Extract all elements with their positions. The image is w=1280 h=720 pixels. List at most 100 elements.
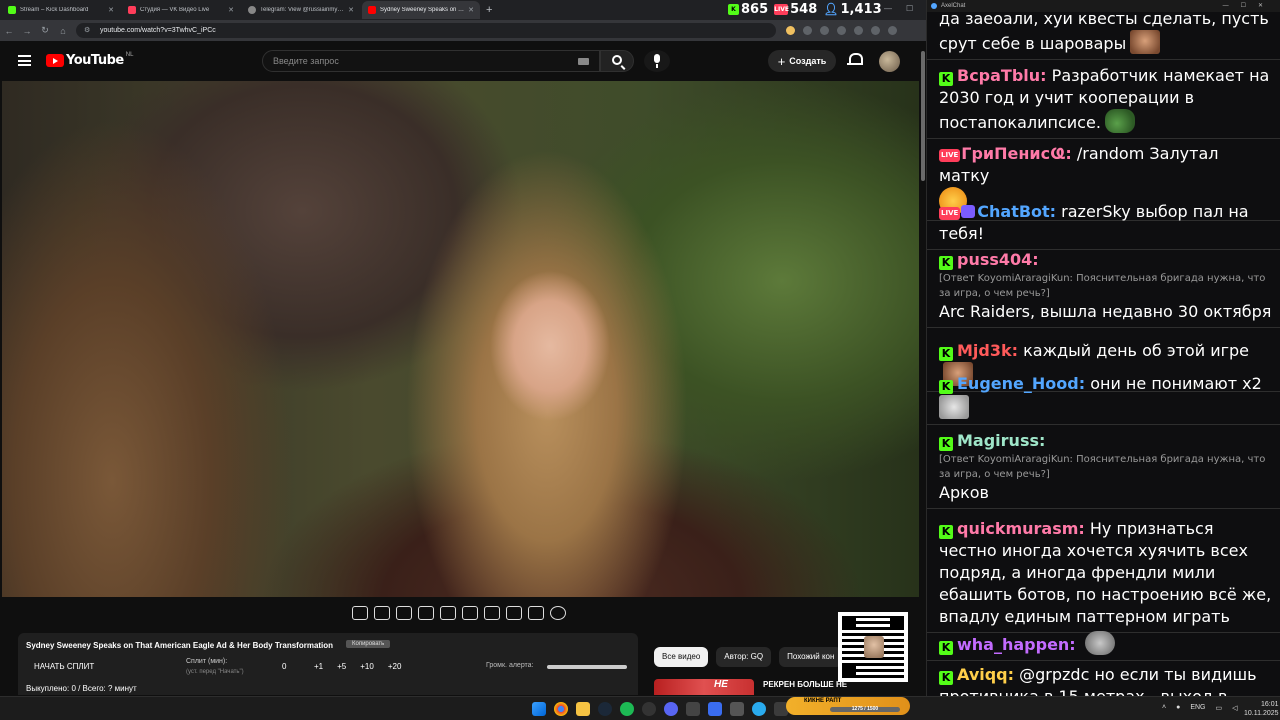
reload-icon[interactable]: ↻ bbox=[36, 25, 54, 36]
home-icon[interactable]: ⌂ bbox=[54, 26, 72, 36]
add-20-button[interactable]: +20 bbox=[388, 662, 402, 671]
crop-icon[interactable] bbox=[440, 606, 456, 620]
recommended-title[interactable]: РЕКРЕН БОЛЬШЕ НЕ bbox=[763, 680, 847, 689]
message-username[interactable]: Aviqq: bbox=[957, 665, 1014, 684]
chat-message: KAviqq: @grpzdc но если ты видишь против… bbox=[927, 660, 1280, 696]
settings-gear-icon[interactable] bbox=[550, 606, 566, 620]
page-scrollbar[interactable] bbox=[919, 41, 926, 696]
video-title: Sydney Sweeney Speaks on That American E… bbox=[26, 641, 334, 650]
keyboard-icon[interactable] bbox=[578, 58, 589, 65]
microphone-icon[interactable]: ● bbox=[1176, 704, 1180, 712]
tab-title: Студия — VK Видео Live bbox=[140, 7, 210, 13]
kick-badge-icon: K bbox=[939, 525, 953, 539]
message-username[interactable]: puss404: bbox=[957, 250, 1039, 269]
search-button[interactable] bbox=[600, 50, 634, 72]
extension-icon[interactable] bbox=[820, 26, 829, 35]
system-clock[interactable]: 16:01 10.11.2025 bbox=[1244, 700, 1279, 718]
voice-search-icon[interactable] bbox=[644, 50, 670, 72]
extension-icon[interactable] bbox=[837, 26, 846, 35]
extension-icon[interactable] bbox=[803, 26, 812, 35]
vk-live-badge-icon: LIVE bbox=[939, 207, 961, 220]
add-10-button[interactable]: +10 bbox=[360, 662, 374, 671]
network-icon[interactable]: ▭ bbox=[1216, 704, 1223, 712]
app-icon[interactable] bbox=[686, 702, 700, 716]
start-split-button[interactable]: НАЧАТЬ СПЛИТ bbox=[34, 662, 94, 671]
reply-quote: [Ответ KoyomiAraragiKun: Пояснительная б… bbox=[939, 454, 1266, 480]
screenshot-icon[interactable] bbox=[528, 606, 544, 620]
app-icon[interactable] bbox=[642, 702, 656, 716]
search-input[interactable]: Введите запрос bbox=[262, 50, 600, 72]
recommended-thumbnail[interactable]: НЕ bbox=[654, 679, 754, 695]
rat-emote-icon bbox=[1084, 631, 1115, 655]
forward-icon[interactable]: → bbox=[18, 26, 36, 36]
alert-volume-slider[interactable] bbox=[547, 665, 627, 669]
message-username[interactable]: ГриПенисҨ: bbox=[961, 144, 1071, 163]
close-tab-icon[interactable]: ✕ bbox=[108, 6, 114, 14]
notifications-bell-icon[interactable] bbox=[847, 53, 863, 66]
loop-icon[interactable] bbox=[352, 606, 368, 620]
chip-all-videos[interactable]: Все видео bbox=[654, 647, 709, 667]
tab-kick-dashboard[interactable]: Stream – Kick Dashboard ✕ bbox=[2, 1, 120, 19]
back-icon[interactable]: ← bbox=[0, 26, 18, 36]
new-tab-icon[interactable]: + bbox=[486, 4, 492, 16]
tab-youtube-video[interactable]: Sydney Sweeney Speaks on Tha ✕ bbox=[362, 1, 480, 19]
extension-icon[interactable] bbox=[786, 26, 795, 35]
message-username[interactable]: quickmurasm: bbox=[957, 519, 1085, 538]
message-text: да заеоали, хуи квесты сделать, пусть ср… bbox=[939, 9, 1269, 53]
account-avatar[interactable] bbox=[879, 51, 900, 72]
split-hint: (уст. перед "Начать") bbox=[186, 669, 244, 675]
app-icon[interactable] bbox=[730, 702, 744, 716]
kick-goal-widget: КИКНЕ РАПТ 1275 / 1500 bbox=[786, 697, 910, 715]
language-indicator[interactable]: ENG bbox=[1190, 704, 1205, 712]
create-button[interactable]: + Создать bbox=[768, 50, 836, 72]
message-username[interactable]: BcpaTblu: bbox=[957, 66, 1047, 85]
steam-icon[interactable] bbox=[598, 702, 612, 716]
chip-author-gq[interactable]: Автор: GQ bbox=[716, 647, 772, 667]
windows-start-icon[interactable] bbox=[532, 702, 546, 716]
download-icon[interactable] bbox=[854, 26, 863, 35]
chat-message: Kquickmurasm: Ну признаться честно иногд… bbox=[927, 514, 1280, 633]
message-username[interactable]: Mjd3k: bbox=[957, 341, 1018, 360]
message-username[interactable]: Magiruss: bbox=[957, 431, 1045, 450]
copy-title-button[interactable]: Копировать bbox=[346, 640, 391, 648]
scrollbar-thumb[interactable] bbox=[921, 51, 925, 181]
volume-icon[interactable]: ◁ bbox=[1232, 704, 1237, 712]
qr-pattern bbox=[842, 616, 904, 678]
message-username[interactable]: wha_happen: bbox=[957, 635, 1076, 654]
discord-icon[interactable] bbox=[664, 702, 678, 716]
close-tab-icon[interactable]: ✕ bbox=[468, 6, 474, 14]
maximize-icon[interactable]: ☐ bbox=[906, 4, 913, 13]
chevron-up-icon[interactable]: ˄ bbox=[1162, 704, 1166, 712]
add-1-button[interactable]: +1 bbox=[314, 662, 323, 671]
hamburger-menu-icon[interactable] bbox=[18, 55, 31, 66]
chrome-icon[interactable] bbox=[554, 702, 568, 716]
close-tab-icon[interactable]: ✕ bbox=[228, 6, 234, 14]
close-tab-icon[interactable]: ✕ bbox=[348, 6, 354, 14]
telegram-icon[interactable] bbox=[752, 702, 766, 716]
tab-vk-studio[interactable]: Студия — VK Видео Live ✕ bbox=[122, 1, 240, 19]
screen-icon[interactable] bbox=[396, 606, 412, 620]
minimize-icon[interactable]: — bbox=[884, 4, 892, 13]
spotify-icon[interactable] bbox=[620, 702, 634, 716]
broadcast-icon[interactable] bbox=[374, 606, 390, 620]
video-player[interactable] bbox=[2, 81, 919, 597]
taskbar-apps bbox=[532, 702, 788, 716]
add-5-button[interactable]: +5 bbox=[337, 662, 346, 671]
youtube-logo[interactable]: YouTube NL bbox=[46, 52, 133, 68]
profile-icon[interactable] bbox=[871, 26, 880, 35]
site-info-icon[interactable]: ⚙ bbox=[84, 26, 90, 34]
message-username[interactable]: ChatBot: bbox=[977, 202, 1056, 221]
filmstrip-icon[interactable] bbox=[462, 606, 478, 620]
tab-telegram[interactable]: Telegram: View @russiainmyms ✕ bbox=[242, 1, 360, 19]
chip-similar[interactable]: Похожий кон bbox=[779, 647, 843, 667]
clapper-icon[interactable] bbox=[418, 606, 434, 620]
face-emote-icon bbox=[1130, 30, 1161, 54]
explorer-icon[interactable] bbox=[576, 702, 590, 716]
url-input[interactable]: ⚙ youtube.com/watch?v=3TwhvC_iPCc bbox=[76, 23, 776, 38]
speed-icon[interactable] bbox=[484, 606, 500, 620]
add-frame-icon[interactable] bbox=[506, 606, 522, 620]
media-player-icon[interactable] bbox=[708, 702, 722, 716]
message-username[interactable]: Eugene_Hood: bbox=[957, 374, 1085, 393]
menu-icon[interactable] bbox=[888, 26, 897, 35]
clock-date: 10.11.2025 bbox=[1244, 710, 1279, 717]
